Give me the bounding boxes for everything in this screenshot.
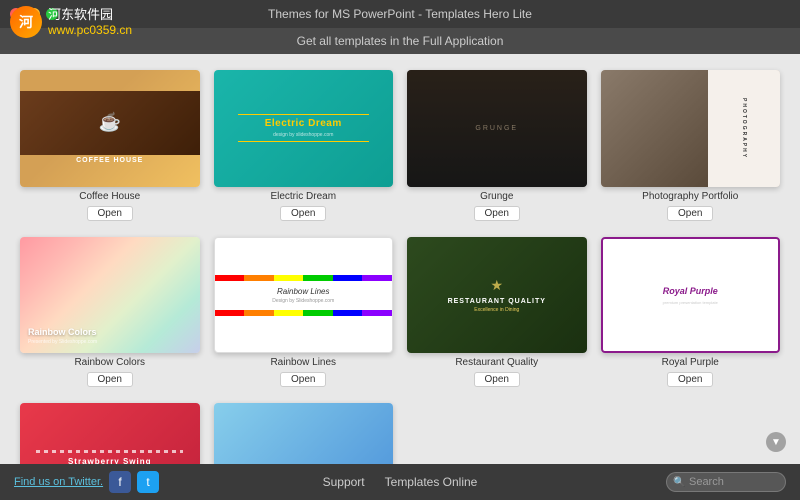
- template-name: Royal Purple: [662, 357, 719, 368]
- main-content[interactable]: ☕ COFFEE HOUSE Coffee House Open Electri…: [0, 54, 800, 464]
- template-item: GRUNGE Grunge Open: [407, 70, 587, 221]
- template-name: Rainbow Colors: [74, 357, 145, 368]
- title-bar: Themes for MS PowerPoint - Templates Her…: [0, 0, 800, 28]
- templates-online-link[interactable]: Templates Online: [385, 475, 478, 489]
- template-item: RESTAURANT QUALITY Excellence in Dining …: [407, 237, 587, 388]
- restaurant-title: RESTAURANT QUALITY: [448, 298, 546, 305]
- template-thumbnail-royal[interactable]: Royal Purple premium presentation templa…: [601, 237, 781, 354]
- template-thumbnail-coffee[interactable]: ☕ COFFEE HOUSE: [20, 70, 200, 187]
- template-item: Rainbow Colors Presented by Slideshoppe.…: [20, 237, 200, 388]
- template-name: Coffee House: [79, 191, 140, 202]
- traffic-lights: [10, 8, 58, 20]
- open-button-rainbowlines[interactable]: Open: [280, 372, 326, 387]
- open-button-coffee[interactable]: Open: [87, 206, 133, 221]
- template-item: PHOTOGRAPHY Photography Portfolio Open: [601, 70, 781, 221]
- electric-sub: design by slideshoppe.com: [273, 132, 333, 138]
- subtitle-bar: Get all templates in the Full Applicatio…: [0, 28, 800, 54]
- bottom-right: 🔍: [537, 472, 786, 492]
- template-thumbnail-grunge[interactable]: GRUNGE: [407, 70, 587, 187]
- bottom-center: Support Templates Online: [275, 475, 524, 489]
- template-name: Restaurant Quality: [455, 357, 538, 368]
- rainbow-bars-top: [215, 275, 393, 281]
- template-grid: ☕ COFFEE HOUSE Coffee House Open Electri…: [20, 70, 780, 464]
- strawberry-title: Strawberry Swing: [68, 457, 152, 464]
- subtitle-text: Get all templates in the Full Applicatio…: [297, 34, 504, 48]
- scroll-down-button[interactable]: ▼: [766, 432, 786, 452]
- open-button-photo[interactable]: Open: [667, 206, 713, 221]
- template-item: Strawberry Swing Strawberry Swing Open: [20, 403, 200, 464]
- template-name: Electric Dream: [270, 191, 336, 202]
- template-item: Royal Purple premium presentation templa…: [601, 237, 781, 388]
- strawberry-border-top: [36, 450, 183, 453]
- electric-border-bottom: [238, 141, 369, 142]
- template-item: 🚐 Vacation Memories Vacation Memories: [214, 403, 394, 464]
- template-thumbnail-rainbowlines[interactable]: Rainbow Lines Design by Slideshoppe.com: [214, 237, 394, 354]
- royal-sub: premium presentation template: [663, 300, 718, 305]
- facebook-button[interactable]: f: [109, 471, 131, 493]
- rainbowlines-title: Rainbow Lines: [277, 287, 329, 296]
- twitter-button[interactable]: t: [137, 471, 159, 493]
- coffee-title: COFFEE HOUSE: [74, 155, 145, 166]
- minimize-button[interactable]: [28, 8, 40, 20]
- photo-image: [601, 70, 709, 187]
- template-name: Grunge: [480, 191, 513, 202]
- maximize-button[interactable]: [46, 8, 58, 20]
- open-button-restaurant[interactable]: Open: [474, 372, 520, 387]
- template-name: Photography Portfolio: [642, 191, 738, 202]
- photo-title: PHOTOGRAPHY: [741, 98, 747, 159]
- coffee-image: ☕: [20, 91, 200, 155]
- royal-title: Royal Purple: [663, 286, 718, 296]
- template-name: Rainbow Lines: [270, 357, 336, 368]
- template-thumbnail-vacation[interactable]: 🚐 Vacation Memories: [214, 403, 394, 464]
- template-thumbnail-rainbow[interactable]: Rainbow Colors Presented by Slideshoppe.…: [20, 237, 200, 354]
- search-wrapper: 🔍: [666, 472, 786, 492]
- rainbow-bars-bottom: [215, 310, 393, 316]
- restaurant-sub: Excellence in Dining: [474, 307, 519, 313]
- template-thumbnail-restaurant[interactable]: RESTAURANT QUALITY Excellence in Dining: [407, 237, 587, 354]
- twitter-link[interactable]: Find us on Twitter.: [14, 476, 103, 488]
- rainbow-sub: Presented by Slideshoppe.com: [28, 339, 97, 345]
- search-icon: 🔍: [673, 477, 685, 488]
- rainbowlines-sub: Design by Slideshoppe.com: [272, 298, 334, 304]
- electric-title: Electric Dream: [265, 118, 342, 129]
- open-button-royal[interactable]: Open: [667, 372, 713, 387]
- close-button[interactable]: [10, 8, 22, 20]
- bottom-bar: Find us on Twitter. f t Support Template…: [0, 464, 800, 500]
- support-link[interactable]: Support: [323, 475, 365, 489]
- template-thumbnail-photo[interactable]: PHOTOGRAPHY: [601, 70, 781, 187]
- template-item: Rainbow Lines Design by Slideshoppe.com …: [214, 237, 394, 388]
- template-thumbnail-strawberry[interactable]: Strawberry Swing: [20, 403, 200, 464]
- template-item: ☕ COFFEE HOUSE Coffee House Open: [20, 70, 200, 221]
- bottom-left: Find us on Twitter. f t: [14, 471, 263, 493]
- open-button-grunge[interactable]: Open: [474, 206, 520, 221]
- template-thumbnail-electric[interactable]: Electric Dream design by slideshoppe.com: [214, 70, 394, 187]
- app-title: Themes for MS PowerPoint - Templates Her…: [268, 7, 532, 21]
- photo-side: PHOTOGRAPHY: [708, 70, 780, 187]
- open-button-electric[interactable]: Open: [280, 206, 326, 221]
- rainbow-title: Rainbow Colors: [28, 327, 97, 338]
- electric-border-top: [238, 114, 369, 115]
- template-item: Electric Dream design by slideshoppe.com…: [214, 70, 394, 221]
- grunge-overlay: GRUNGE: [407, 70, 587, 187]
- open-button-rainbow[interactable]: Open: [87, 372, 133, 387]
